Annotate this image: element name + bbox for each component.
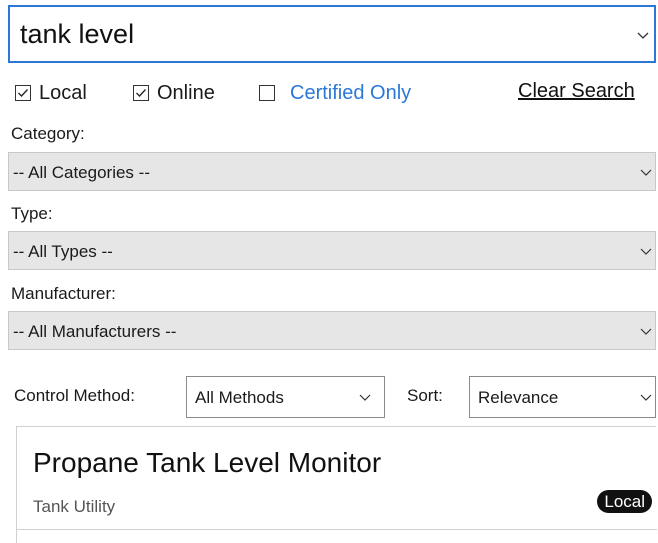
local-checkbox-label[interactable]: Local (39, 82, 87, 105)
search-combobox[interactable]: tank level (8, 5, 656, 63)
chevron-down-icon (640, 328, 652, 335)
local-badge: Local (597, 490, 652, 513)
control-method-select[interactable]: All Methods (186, 376, 385, 418)
online-checkbox-label[interactable]: Online (157, 82, 215, 105)
result-title[interactable]: Propane Tank Level Monitor (33, 447, 381, 479)
search-input[interactable]: tank level (20, 19, 134, 50)
type-dropdown[interactable]: -- All Types -- (8, 231, 656, 270)
category-dropdown[interactable]: -- All Categories -- (8, 152, 656, 191)
result-card[interactable]: Propane Tank Level Monitor Tank Utility … (16, 426, 657, 543)
clear-search-link[interactable]: Clear Search (518, 80, 635, 103)
control-method-label: Control Method: (14, 386, 135, 405)
card-divider (17, 529, 657, 530)
chevron-down-icon (640, 169, 652, 176)
manufacturer-label: Manufacturer: (11, 284, 116, 303)
type-selected: -- All Types -- (13, 242, 113, 261)
chevron-down-icon (640, 248, 652, 255)
sort-select[interactable]: Relevance (469, 376, 656, 418)
sort-selected: Relevance (478, 388, 559, 407)
category-selected: -- All Categories -- (13, 163, 150, 182)
result-manufacturer: Tank Utility (33, 497, 116, 516)
type-label: Type: (11, 204, 53, 223)
certified-only-label[interactable]: Certified Only (290, 82, 411, 105)
check-icon (136, 89, 146, 97)
local-checkbox[interactable] (15, 85, 31, 101)
sort-label: Sort: (407, 386, 443, 405)
online-checkbox[interactable] (133, 85, 149, 101)
certified-only-checkbox[interactable] (259, 85, 275, 101)
manufacturer-selected: -- All Manufacturers -- (13, 322, 177, 341)
chevron-down-icon (359, 394, 371, 401)
category-label: Category: (11, 124, 85, 143)
chevron-down-icon[interactable] (636, 29, 650, 43)
control-method-selected: All Methods (195, 388, 284, 407)
check-icon (18, 89, 28, 97)
chevron-down-icon (640, 394, 652, 401)
manufacturer-dropdown[interactable]: -- All Manufacturers -- (8, 311, 656, 350)
